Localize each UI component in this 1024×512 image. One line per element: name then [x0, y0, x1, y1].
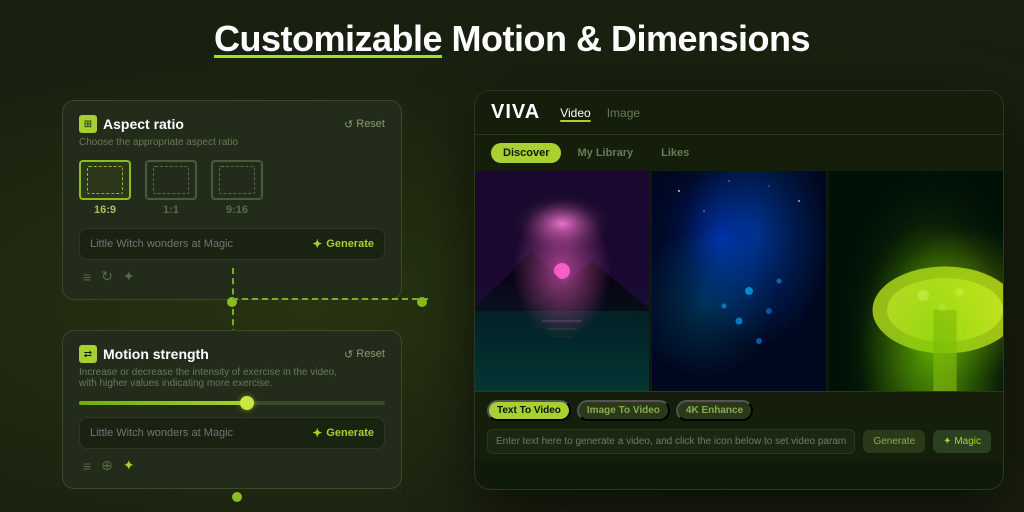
title-word-customizable: Customizable [214, 18, 442, 59]
viva-nav-image[interactable]: Image [607, 106, 640, 120]
aspect-box-inner-sq [153, 166, 189, 194]
motion-toolbar-link-icon[interactable]: ⊕ [101, 457, 113, 474]
toolbar-eq-icon[interactable]: ≡ [83, 269, 91, 285]
connector-horizontal-1 [232, 298, 428, 300]
viva-nav: Video Image [560, 106, 640, 120]
motion-generate-button[interactable]: ✦ Generate [312, 426, 374, 440]
motion-icon: ⇄ [79, 345, 97, 363]
reset-icon: ↺ [344, 118, 353, 131]
viva-generate-button[interactable]: Generate [863, 430, 925, 453]
aspect-item-wide[interactable]: 16:9 [79, 160, 131, 216]
motion-slider-fill [79, 401, 247, 405]
viva-nav-video[interactable]: Video [560, 106, 590, 120]
page-title: Customizable Motion & Dimensions [0, 18, 1024, 60]
viva-text-input[interactable] [487, 429, 855, 454]
aspect-item-tall[interactable]: 9:16 [211, 160, 263, 216]
aspect-reset-button[interactable]: ↺ Reset [344, 118, 385, 131]
aspect-generate-button[interactable]: ✦ Generate [312, 237, 374, 251]
motion-reset-button[interactable]: ↺ Reset [344, 348, 385, 361]
aspect-label-1-1: 1:1 [163, 204, 179, 216]
aspect-title-row: ⊞ Aspect ratio [79, 115, 184, 133]
aspect-box-inner [87, 166, 123, 194]
motion-card-title: Motion strength [103, 346, 209, 362]
connector-dot-bottom [232, 492, 242, 502]
motion-slider-track [79, 401, 385, 405]
aspect-reset-label: Reset [356, 118, 385, 130]
viva-topbar: VIVA Video Image [475, 91, 1003, 135]
motion-title-row: ⇄ Motion strength [79, 345, 209, 363]
motion-toolbar-eq-icon[interactable]: ≡ [83, 458, 91, 474]
viva-grid-image-mushroom [829, 171, 1003, 391]
aspect-options-row: 16:9 1:1 9:16 [79, 160, 385, 216]
aspect-item-square[interactable]: 1:1 [145, 160, 197, 216]
viva-grid-image-space [652, 171, 826, 391]
motion-toolbar: ≡ ⊕ ✦ [79, 457, 385, 474]
motion-strength-card: ⇄ Motion strength ↺ Reset Increase or de… [62, 330, 402, 489]
aspect-text-input[interactable] [90, 238, 312, 250]
aspect-box-9-16[interactable] [211, 160, 263, 200]
motion-input-row: ✦ Generate [79, 417, 385, 449]
toolbar-refresh-icon[interactable]: ↻ [101, 268, 113, 285]
viva-input-row: Generate ✦ Magic [487, 429, 991, 454]
connector-dot-2 [417, 297, 427, 307]
generate-star-icon: ✦ [312, 237, 322, 251]
aspect-generate-label: Generate [326, 238, 374, 250]
viva-bottom-tabs-row: Text To Video Image To Video 4K Enhance [487, 400, 991, 421]
aspect-icon: ⊞ [79, 115, 97, 133]
viva-bottom-tab-4k-enhance[interactable]: 4K Enhance [676, 400, 753, 421]
motion-subtitle: Increase or decrease the intensity of ex… [79, 367, 385, 389]
motion-generate-label: Generate [326, 427, 374, 439]
motion-card-header: ⇄ Motion strength ↺ Reset [79, 345, 385, 363]
aspect-input-row: ✦ Generate [79, 228, 385, 260]
motion-toolbar-magic-icon[interactable]: ✦ [123, 457, 135, 474]
viva-bottom-tab-image-to-video[interactable]: Image To Video [577, 400, 670, 421]
viva-grid-image-sunset [475, 171, 649, 391]
motion-text-input[interactable] [90, 427, 312, 439]
viva-bottom-tab-text-to-video[interactable]: Text To Video [487, 400, 571, 421]
viva-bottom-panel: Text To Video Image To Video 4K Enhance … [475, 391, 1003, 462]
viva-tab-likes[interactable]: Likes [649, 143, 701, 163]
title-area: Customizable Motion & Dimensions [0, 18, 1024, 60]
aspect-label-9-16: 9:16 [226, 204, 248, 216]
aspect-card-header: ⊞ Aspect ratio ↺ Reset [79, 115, 385, 133]
motion-reset-icon: ↺ [344, 348, 353, 361]
viva-tab-discover[interactable]: Discover [491, 143, 561, 163]
aspect-label-16-9: 16:9 [94, 204, 116, 216]
toolbar-magic-icon[interactable]: ✦ [123, 268, 135, 285]
title-suffix: Motion & Dimensions [442, 18, 810, 59]
aspect-card-title: Aspect ratio [103, 116, 184, 132]
motion-reset-label: Reset [356, 348, 385, 360]
aspect-box-1-1[interactable] [145, 160, 197, 200]
viva-tab-library[interactable]: My Library [565, 143, 645, 163]
viva-tabs-row: Discover My Library Likes [475, 135, 1003, 171]
motion-slider-container [79, 401, 385, 405]
aspect-subtitle: Choose the appropriate aspect ratio [79, 137, 385, 148]
motion-generate-star-icon: ✦ [312, 426, 322, 440]
aspect-box-16-9[interactable] [79, 160, 131, 200]
viva-image-grid [475, 171, 1003, 391]
viva-panel: VIVA Video Image Discover My Library Lik… [474, 90, 1004, 490]
motion-slider-thumb[interactable] [240, 396, 254, 410]
aspect-box-inner-tall [219, 166, 255, 194]
viva-logo: VIVA [491, 101, 540, 124]
viva-magic-button[interactable]: ✦ Magic [933, 430, 991, 453]
